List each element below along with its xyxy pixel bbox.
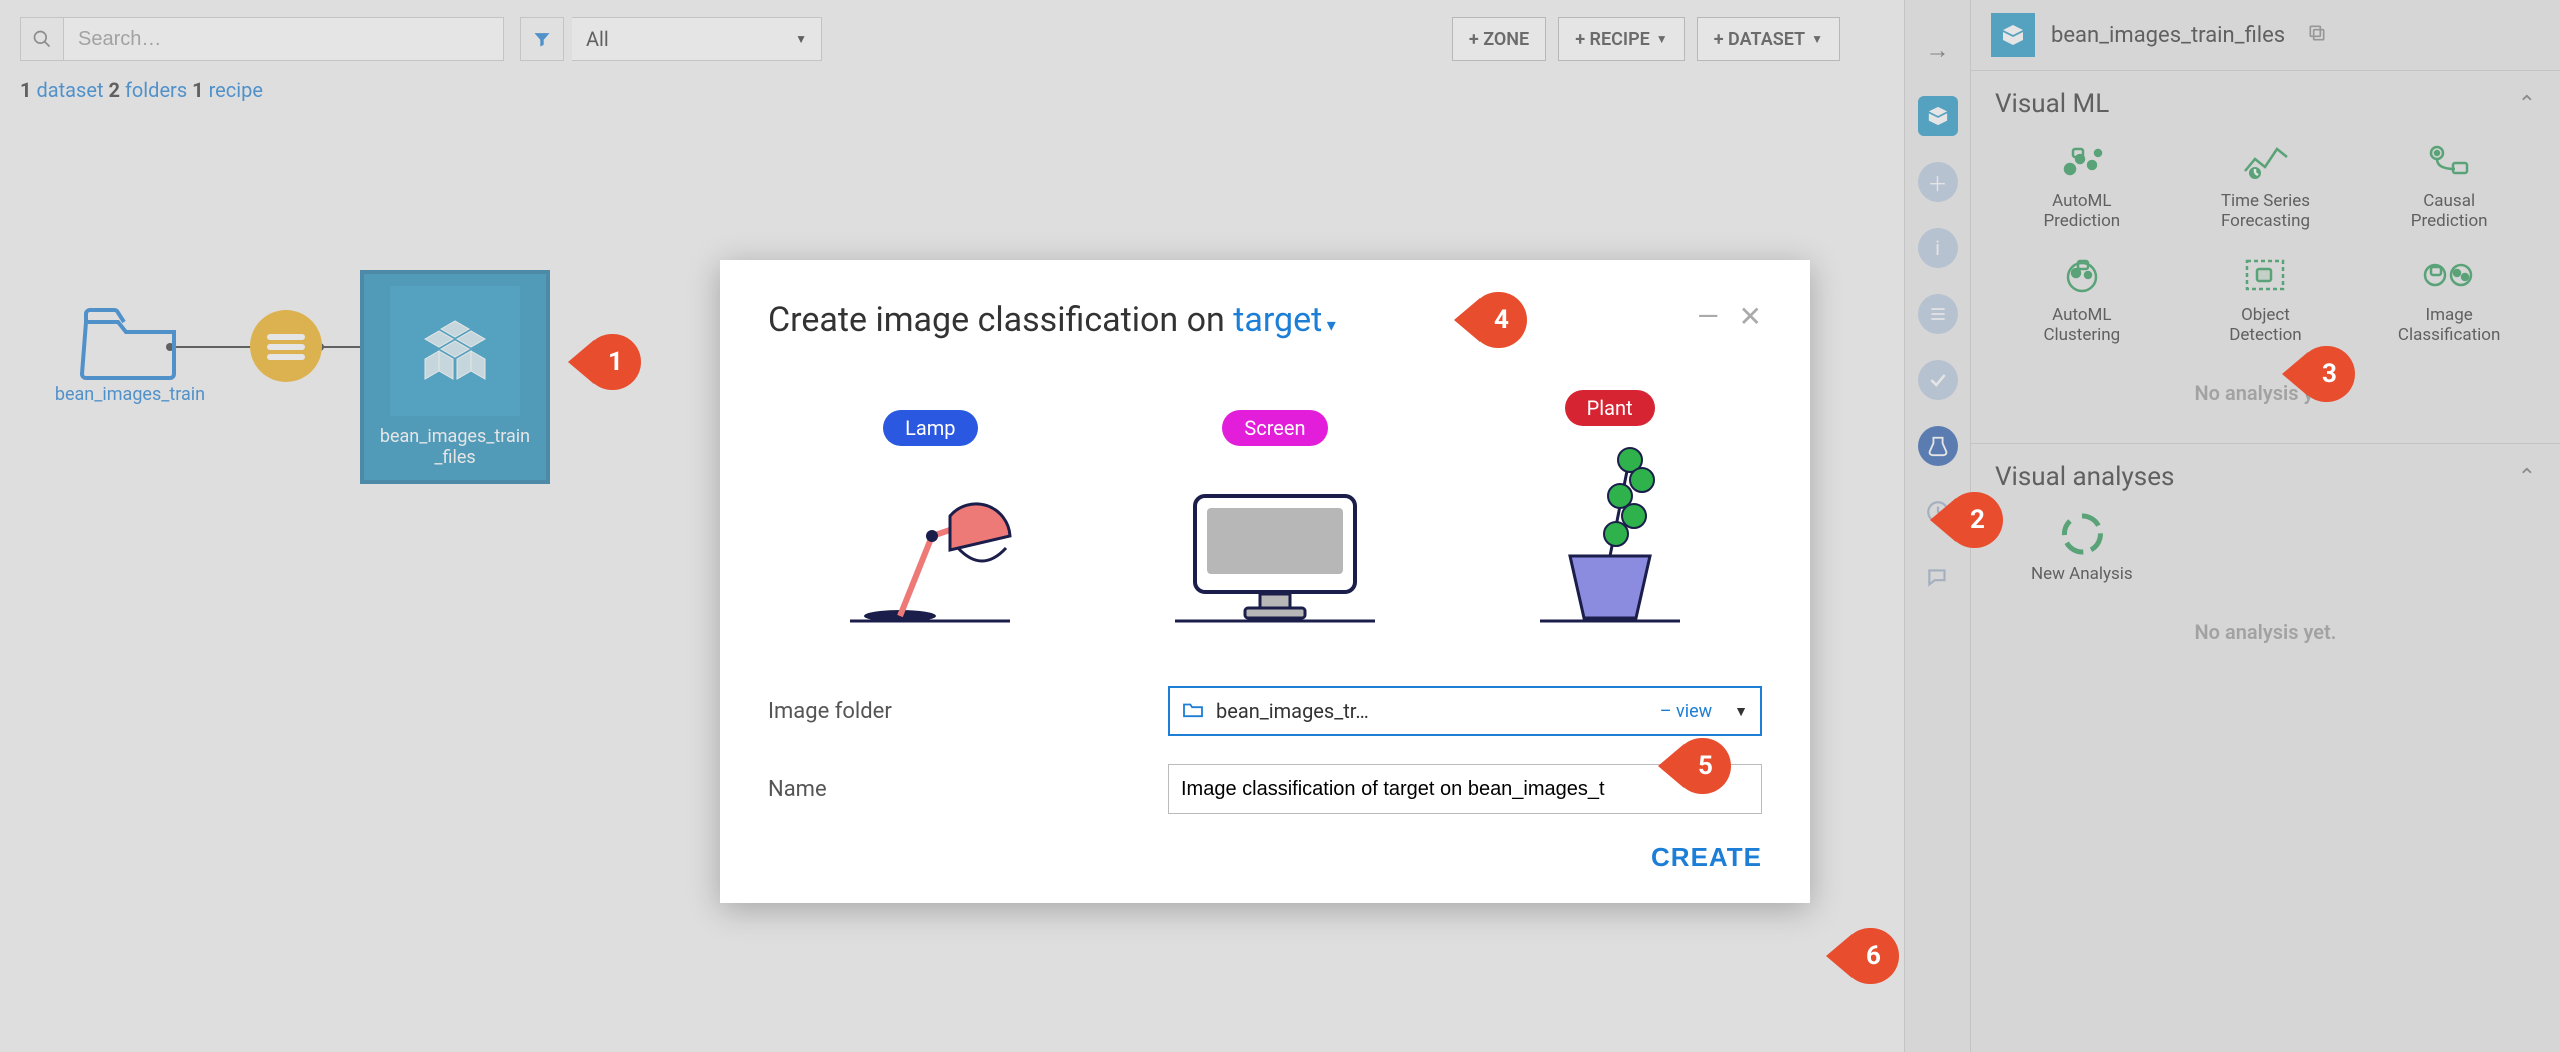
check-icon[interactable] [1918, 360, 1958, 400]
flow-node-recipe[interactable] [250, 310, 322, 382]
chevron-down-icon: ▼ [1656, 32, 1668, 46]
visual-ml-section: Visual ML ⌃ AutoML Prediction Time Serie… [1971, 70, 2560, 443]
image-folder-label: Image folder [768, 699, 1168, 724]
callout-3: 3 [2298, 346, 2355, 402]
copy-icon[interactable] [2307, 23, 2327, 48]
callout-5: 5 [1674, 738, 1731, 794]
minimize-icon[interactable]: — [1697, 300, 1719, 333]
collapse-panel-icon[interactable]: → [1918, 30, 1958, 70]
flow-canvas[interactable]: bean_images_train [20, 250, 720, 550]
chip-lamp: Lamp [883, 410, 977, 446]
chevron-down-icon: ▼ [1811, 32, 1823, 46]
name-label: Name [768, 777, 1168, 802]
callout-2: 2 [1946, 492, 2003, 548]
dataset-chip-icon[interactable] [1918, 96, 1958, 136]
search-icon[interactable] [20, 17, 64, 61]
object-detection-item[interactable]: Object Detection [2179, 251, 2353, 345]
discussion-icon[interactable] [1918, 558, 1958, 598]
chevron-down-icon: ▼ [795, 32, 807, 46]
chip-plant: Plant [1565, 390, 1655, 426]
close-icon[interactable]: ✕ [1739, 300, 1762, 333]
panel-title: bean_images_train_files [2051, 23, 2285, 48]
lab-icon[interactable] [1918, 426, 1958, 466]
visual-ml-header[interactable]: Visual ML ⌃ [1995, 89, 2536, 119]
chevron-up-icon: ⌃ [2518, 465, 2536, 490]
flow-node-label: bean_images_train [55, 384, 205, 405]
visual-analyses-header[interactable]: Visual analyses ⌃ [1995, 462, 2536, 492]
view-link[interactable]: – view [1660, 701, 1712, 722]
callout-4: 4 [1470, 292, 1527, 348]
causal-prediction-item[interactable]: Causal Prediction [2362, 137, 2536, 231]
chevron-down-icon: ▾ [1322, 315, 1336, 336]
time-series-item[interactable]: Time Series Forecasting [2179, 137, 2353, 231]
create-button[interactable]: CREATE [1651, 842, 1762, 873]
right-panel: bean_images_train_files Visual ML ⌃ Auto… [1970, 0, 2560, 1052]
image-folder-select[interactable]: bean_images_tr… – view ▼ [1168, 686, 1762, 736]
callout-6: 6 [1842, 928, 1899, 984]
filter-value: All [586, 27, 609, 51]
illustration-row: Lamp Screen Plant [768, 390, 1762, 626]
dataset-badge-icon [1991, 13, 2035, 57]
filter-icon[interactable] [520, 17, 564, 61]
automl-prediction-item[interactable]: AutoML Prediction [1995, 137, 2169, 231]
add-zone-button[interactable]: + ZONE [1452, 17, 1546, 61]
no-analysis-message: No analysis yet. [1995, 620, 2536, 644]
list-icon[interactable] [1918, 294, 1958, 334]
no-analysis-message: No analysis yet. [1995, 381, 2536, 405]
image-classification-item[interactable]: Image Classification [2362, 251, 2536, 345]
add-icon[interactable]: ＋ [1918, 162, 1958, 202]
modal-title: Create image classification on target ▾ [768, 300, 1336, 340]
search-input[interactable] [64, 17, 504, 61]
flow-node-dataset-selected[interactable]: bean_images_train_files [360, 270, 550, 484]
filter-dropdown[interactable]: All ▼ [572, 17, 822, 61]
create-image-classification-modal: Create image classification on target ▾ … [720, 260, 1810, 903]
chevron-up-icon: ⌃ [2518, 92, 2536, 117]
new-analysis-item[interactable]: New Analysis [1995, 510, 2169, 584]
flow-counts: 1 dataset 2 folders 1 recipe [20, 78, 263, 102]
callout-1: 1 [584, 334, 641, 390]
chevron-down-icon: ▼ [1734, 703, 1748, 720]
folder-icon [1182, 699, 1204, 723]
info-icon[interactable]: i [1918, 228, 1958, 268]
image-folder-value: bean_images_tr… [1216, 699, 1369, 723]
automl-clustering-item[interactable]: AutoML Clustering [1995, 251, 2169, 345]
flow-node-folder[interactable]: bean_images_train [40, 300, 220, 405]
target-dropdown[interactable]: target [1233, 300, 1322, 340]
add-dataset-button[interactable]: + DATASET▼ [1697, 17, 1840, 61]
chip-screen: Screen [1222, 410, 1327, 446]
add-recipe-button[interactable]: + RECIPE▼ [1558, 17, 1685, 61]
flow-node-label: bean_images_train_files [376, 426, 534, 468]
visual-analyses-section: Visual analyses ⌃ New Analysis No analys… [1971, 443, 2560, 682]
